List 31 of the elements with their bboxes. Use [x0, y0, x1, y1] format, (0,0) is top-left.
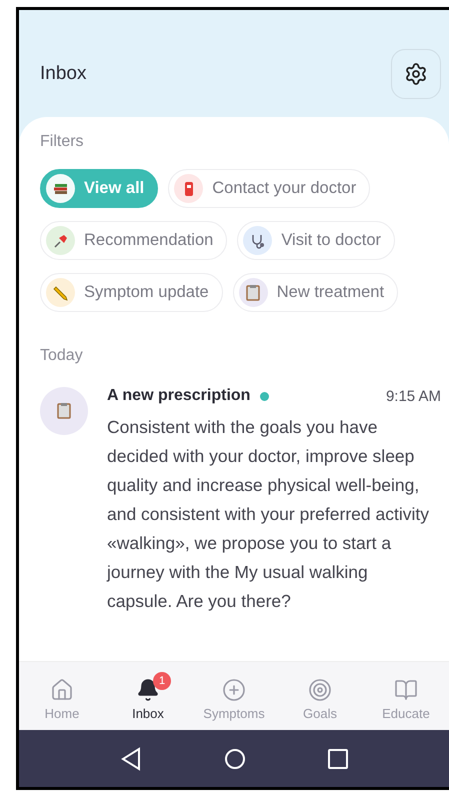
settings-icon: [404, 62, 428, 86]
filter-chip[interactable]: View all: [40, 169, 158, 208]
filter-chip[interactable]: New treatment: [232, 273, 398, 312]
message-title: A new prescription: [107, 387, 250, 405]
filter-chip[interactable]: Visit to doctor: [237, 221, 395, 260]
section-label: Today: [40, 347, 84, 365]
page-title: Inbox: [40, 62, 86, 84]
bell-icon: [136, 678, 160, 702]
filter-chip[interactable]: Recommendation: [40, 221, 228, 260]
back-icon[interactable]: [120, 746, 142, 770]
clipboard-icon: [244, 284, 262, 302]
message-time: 9:15 AM: [386, 388, 442, 404]
book-icon: [394, 678, 418, 702]
clipboard-icon: [55, 402, 73, 420]
nav-tab[interactable]: Goals: [280, 672, 360, 720]
nav-tab[interactable]: Educate: [366, 672, 446, 720]
settings-button[interactable]: [391, 48, 441, 98]
nav-tab[interactable]: Home: [22, 672, 102, 720]
message-body: Consistent with the goals you have decided with your doctor, improve sleep quality and increase physical well-being, and consistent with your preferred activity «walking», we propose you to start a journey with the My usual walking capsule. Are you there?: [107, 416, 430, 613]
notification-badge: 1: [153, 672, 171, 690]
home-icon: [50, 678, 74, 702]
filters-label: Filters: [40, 133, 85, 151]
plus-icon: [222, 678, 246, 702]
filter-chip[interactable]: Contact your doctor: [168, 169, 370, 208]
filter-chip[interactable]: Symptom update: [40, 273, 223, 312]
target-icon: [308, 678, 332, 702]
pencil-icon: [52, 284, 70, 302]
recents-square-icon[interactable]: [328, 748, 348, 768]
nav-tab[interactable]: Symptoms: [194, 672, 274, 720]
nav-tab[interactable]: 1 Inbox: [108, 672, 188, 720]
home-circle-icon[interactable]: [224, 748, 246, 770]
